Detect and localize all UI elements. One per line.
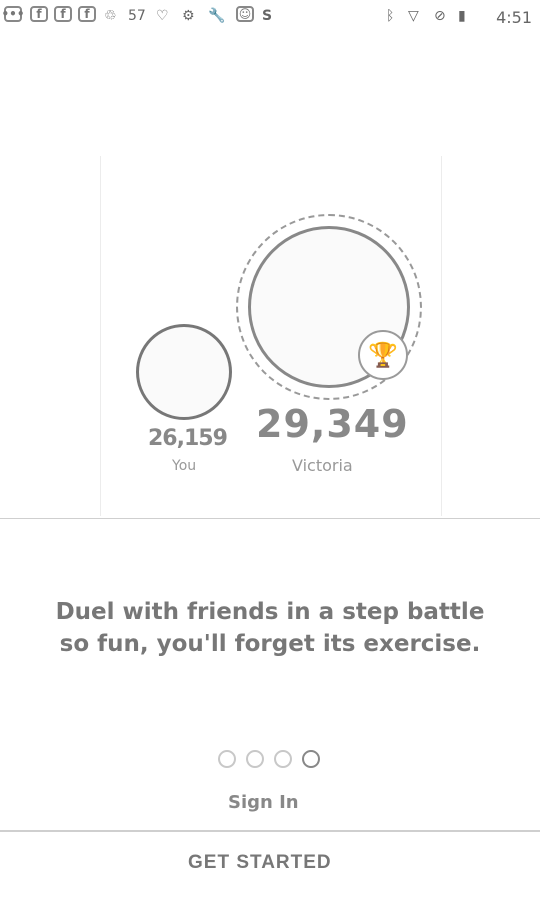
app-icon: ⚙ — [182, 8, 195, 24]
wifi-icon: ▽ — [408, 8, 419, 24]
you-label: You — [172, 458, 197, 474]
battery-icon: ▮ — [458, 8, 466, 24]
facebook-icon: f — [54, 6, 72, 22]
wrench-icon: 🔧 — [208, 8, 226, 24]
caption-line-2: so fun, you'll forget its exercise. — [59, 631, 481, 657]
avatar-you — [136, 324, 232, 420]
chat-icon: ••• — [1, 6, 25, 22]
sign-in-link[interactable]: Sign In — [228, 792, 299, 813]
facebook-icon: f — [30, 6, 48, 22]
divider — [0, 518, 540, 519]
opponent-score: 29,349 — [256, 402, 409, 446]
divider — [0, 830, 540, 832]
status-bar: ••• f f f ♲ 57 ♡ ⚙ 🔧 ☺ S ᛒ ▽ ⊘ ▮ 4:51 — [0, 0, 540, 34]
page-indicator — [218, 750, 320, 768]
app-icon: ♲ — [104, 8, 117, 24]
onboarding-caption: Duel with friends in a step battle so fu… — [40, 596, 500, 660]
heart-icon: ♡ — [156, 8, 169, 24]
page-dot[interactable] — [246, 750, 264, 768]
get-started-button[interactable]: GET STARTED — [188, 852, 332, 874]
no-sim-icon: ⊘ — [434, 8, 446, 24]
facebook-icon: f — [78, 6, 96, 22]
smiley-icon: ☺ — [236, 6, 254, 22]
notification-count: 57 — [128, 8, 146, 24]
caption-line-1: Duel with friends in a step battle — [55, 599, 485, 625]
trophy-icon: 🏆 — [358, 330, 408, 380]
page-dot-active[interactable] — [302, 750, 320, 768]
opponent-label: Victoria — [292, 456, 353, 475]
you-score: 26,159 — [148, 426, 228, 451]
status-time: 4:51 — [496, 8, 532, 27]
skype-icon: S — [262, 8, 273, 24]
bluetooth-icon: ᛒ — [386, 8, 395, 24]
page-dot[interactable] — [218, 750, 236, 768]
page-dot[interactable] — [274, 750, 292, 768]
